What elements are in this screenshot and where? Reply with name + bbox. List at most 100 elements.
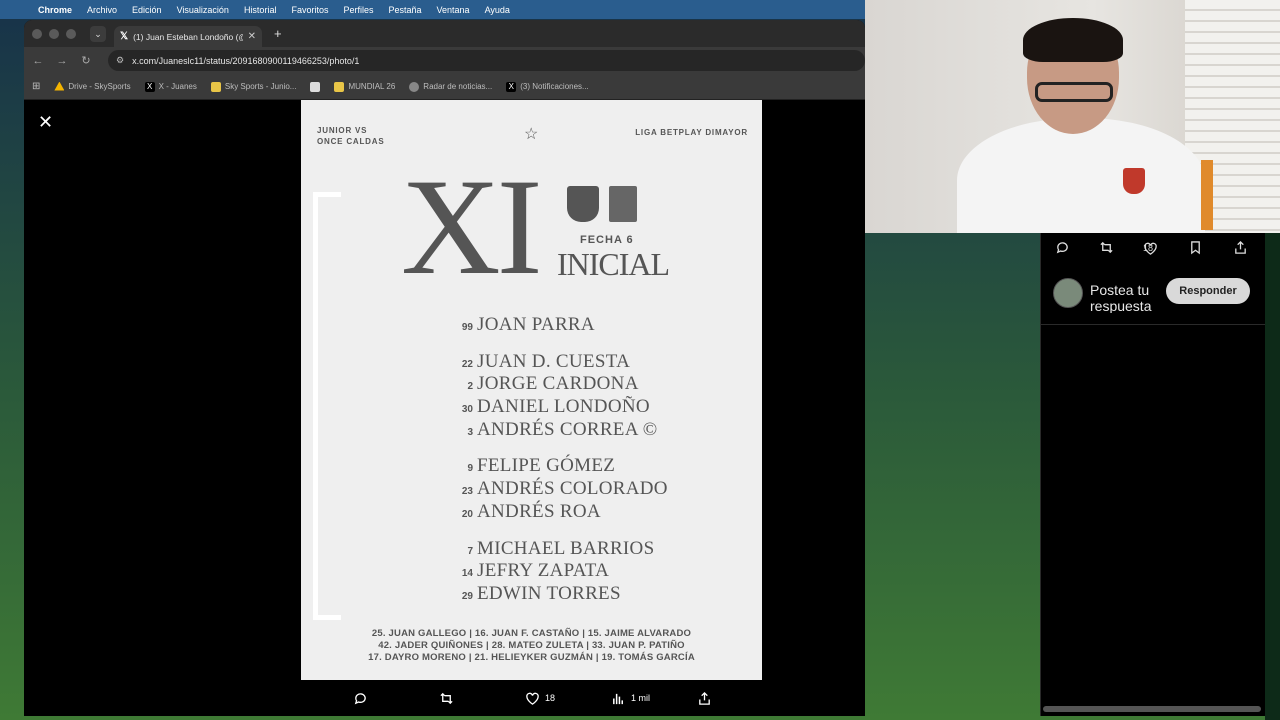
player-row: 99 JOAN PARRA bbox=[461, 314, 595, 335]
x-logo-icon: 𝕏 bbox=[120, 31, 129, 42]
bookmark-page[interactable] bbox=[310, 81, 321, 92]
active-tab[interactable]: 𝕏 (1) Juan Esteban Londoño (@ ✕ bbox=[114, 26, 262, 47]
bookmark-mundial-26[interactable]: MUNDIAL 26 bbox=[334, 81, 395, 92]
like-button[interactable]: 18 bbox=[1143, 241, 1158, 256]
player-row: 23 ANDRÉS COLORADO bbox=[461, 478, 668, 500]
repost-icon[interactable] bbox=[1099, 240, 1114, 257]
menu-edicion[interactable]: Edición bbox=[132, 5, 162, 15]
player-row: 29 EDWIN TORRES bbox=[461, 582, 621, 604]
menu-chrome[interactable]: Chrome bbox=[38, 5, 72, 15]
bracket-decoration bbox=[313, 192, 341, 620]
player-row: 3 ANDRÉS CORREA © bbox=[467, 418, 658, 440]
player-row: 20 ANDRÉS ROA bbox=[461, 500, 601, 522]
tweet-actions: 18 bbox=[1041, 233, 1265, 263]
desktop-edge bbox=[1265, 233, 1280, 720]
webcam-overlay bbox=[865, 0, 1280, 233]
tab-search-button[interactable]: ⌄ bbox=[90, 25, 106, 42]
menu-pestana[interactable]: Pestaña bbox=[388, 5, 421, 15]
junior-crest-icon bbox=[567, 186, 599, 222]
menu-archivo[interactable]: Archivo bbox=[87, 5, 117, 15]
person-hair bbox=[1023, 18, 1123, 62]
reply-icon[interactable] bbox=[353, 691, 368, 706]
reload-icon[interactable]: ↻ bbox=[80, 54, 92, 67]
player-row: 22 JUAN D. CUESTA bbox=[461, 350, 631, 372]
bookmark-sky-sports[interactable]: Sky Sports - Junio... bbox=[210, 81, 296, 92]
zoom-window-button[interactable] bbox=[66, 28, 76, 39]
inicial-label: INICIAL bbox=[557, 246, 670, 282]
heart-icon bbox=[526, 692, 539, 705]
photo-action-bar: 18 1 mil bbox=[301, 686, 762, 710]
player-row: 14 JEFRY ZAPATA bbox=[461, 560, 610, 582]
horizontal-scrollbar[interactable] bbox=[1043, 706, 1261, 712]
site-info-icon[interactable]: ⚙ bbox=[116, 55, 124, 66]
reply-composer: Postea tu respuesta Responder bbox=[1041, 273, 1265, 325]
share-icon[interactable] bbox=[697, 691, 712, 706]
like-button[interactable]: 18 bbox=[525, 691, 555, 706]
star-icon: ☆ bbox=[524, 126, 539, 143]
reply-input[interactable]: Postea tu respuesta bbox=[1090, 282, 1170, 313]
fecha-label: FECHA 6 bbox=[580, 234, 634, 246]
bookmark-icon[interactable] bbox=[1189, 240, 1202, 257]
person-shirt bbox=[957, 118, 1205, 233]
lineup-image: JUNIOR VS ONCE CALDAS ☆ LIGA BETPLAY DIM… bbox=[301, 100, 762, 680]
player-row: 9 FELIPE GÓMEZ bbox=[467, 455, 616, 477]
player-row: 30 DANIEL LONDOÑO bbox=[461, 396, 650, 418]
reply-icon[interactable] bbox=[1055, 240, 1070, 257]
back-icon[interactable]: ← bbox=[32, 55, 44, 67]
league-name: LIGA BETPLAY DIMAYOR bbox=[635, 128, 748, 137]
apps-grid-icon[interactable]: ⊞ bbox=[32, 81, 40, 92]
menu-favoritos[interactable]: Favoritos bbox=[291, 5, 328, 15]
menu-historial[interactable]: Historial bbox=[244, 5, 277, 15]
browser-window: ⌄ 𝕏 (1) Juan Esteban Londoño (@ ✕ + ← → … bbox=[24, 20, 865, 716]
url-text: x.com/Juaneslc11/status/2091680900119466… bbox=[132, 55, 360, 66]
tab-close-icon[interactable]: ✕ bbox=[248, 31, 256, 42]
new-tab-button[interactable]: + bbox=[274, 26, 282, 41]
mundial-icon bbox=[334, 81, 345, 92]
window-controls bbox=[32, 28, 76, 39]
player-row: 7 MICHAEL BARRIOS bbox=[467, 537, 655, 559]
shirt-crest-icon bbox=[1123, 168, 1145, 194]
bookmark-notificaciones[interactable]: X (3) Notificaciones... bbox=[506, 81, 589, 92]
tab-bar: ⌄ 𝕏 (1) Juan Esteban Londoño (@ ✕ + bbox=[24, 20, 865, 47]
player-row: 2 JORGE CARDONA bbox=[467, 373, 639, 395]
close-icon[interactable]: ✕ bbox=[38, 112, 53, 133]
url-bar[interactable]: ⚙ x.com/Juaneslc11/status/20916809001194… bbox=[108, 50, 865, 71]
like-count: 18 bbox=[1143, 243, 1154, 253]
reply-panel: 18 Postea tu respuesta Responder bbox=[1040, 233, 1265, 716]
team-crests bbox=[567, 186, 637, 222]
menu-visualizacion[interactable]: Visualización bbox=[177, 5, 229, 15]
match-title: JUNIOR VS ONCE CALDAS bbox=[317, 126, 385, 146]
x-icon: X bbox=[506, 81, 517, 92]
bookmark-radar-noticias[interactable]: Radar de noticias... bbox=[409, 81, 492, 92]
bookmark-drive-skysports[interactable]: Drive - SkySports bbox=[54, 81, 131, 92]
substitutes-list: 25. JUAN GALLEGO | 16. JUAN F. CASTAÑO |… bbox=[368, 628, 695, 663]
xi-title: XI bbox=[401, 150, 543, 303]
mac-menu-bar: Chrome Archivo Edición Visualización His… bbox=[0, 0, 865, 19]
share-icon[interactable] bbox=[1233, 240, 1248, 257]
drive-icon bbox=[54, 81, 65, 91]
bookmark-x-juanes[interactable]: XX - Juanes bbox=[144, 81, 197, 92]
globe-icon bbox=[409, 81, 420, 92]
forward-icon[interactable]: → bbox=[56, 55, 68, 67]
shirt-stripe bbox=[1201, 160, 1213, 230]
views-chart-icon bbox=[613, 693, 623, 704]
page-icon bbox=[310, 81, 321, 92]
bookmarks-bar: ⊞ Drive - SkySports XX - Juanes Sky Spor… bbox=[24, 74, 865, 100]
menu-perfiles[interactable]: Perfiles bbox=[343, 5, 373, 15]
once-caldas-crest-icon bbox=[609, 186, 637, 222]
photo-viewer: ✕ ‹ JUNIOR VS ONCE CALDAS ☆ LIGA BETPLAY… bbox=[24, 100, 865, 716]
close-window-button[interactable] bbox=[32, 28, 42, 39]
x-icon: X bbox=[144, 81, 155, 92]
tab-title: (1) Juan Esteban Londoño (@ bbox=[133, 31, 243, 42]
address-toolbar: ← → ↻ ⚙ x.com/Juaneslc11/status/20916809… bbox=[24, 47, 865, 74]
minimize-window-button[interactable] bbox=[49, 28, 59, 39]
starting-lineup: 99 JOAN PARRA 22 JUAN D. CUESTA 2 JORGE CAR… bbox=[453, 314, 668, 606]
views-button[interactable]: 1 mil bbox=[611, 691, 650, 706]
like-count: 18 bbox=[545, 693, 556, 703]
menu-ventana[interactable]: Ventana bbox=[437, 5, 470, 15]
repost-icon[interactable] bbox=[439, 691, 454, 706]
menu-ayuda[interactable]: Ayuda bbox=[485, 5, 510, 15]
reply-button[interactable]: Responder bbox=[1166, 278, 1250, 304]
folder-icon bbox=[210, 81, 221, 92]
person-glasses bbox=[1035, 82, 1113, 102]
